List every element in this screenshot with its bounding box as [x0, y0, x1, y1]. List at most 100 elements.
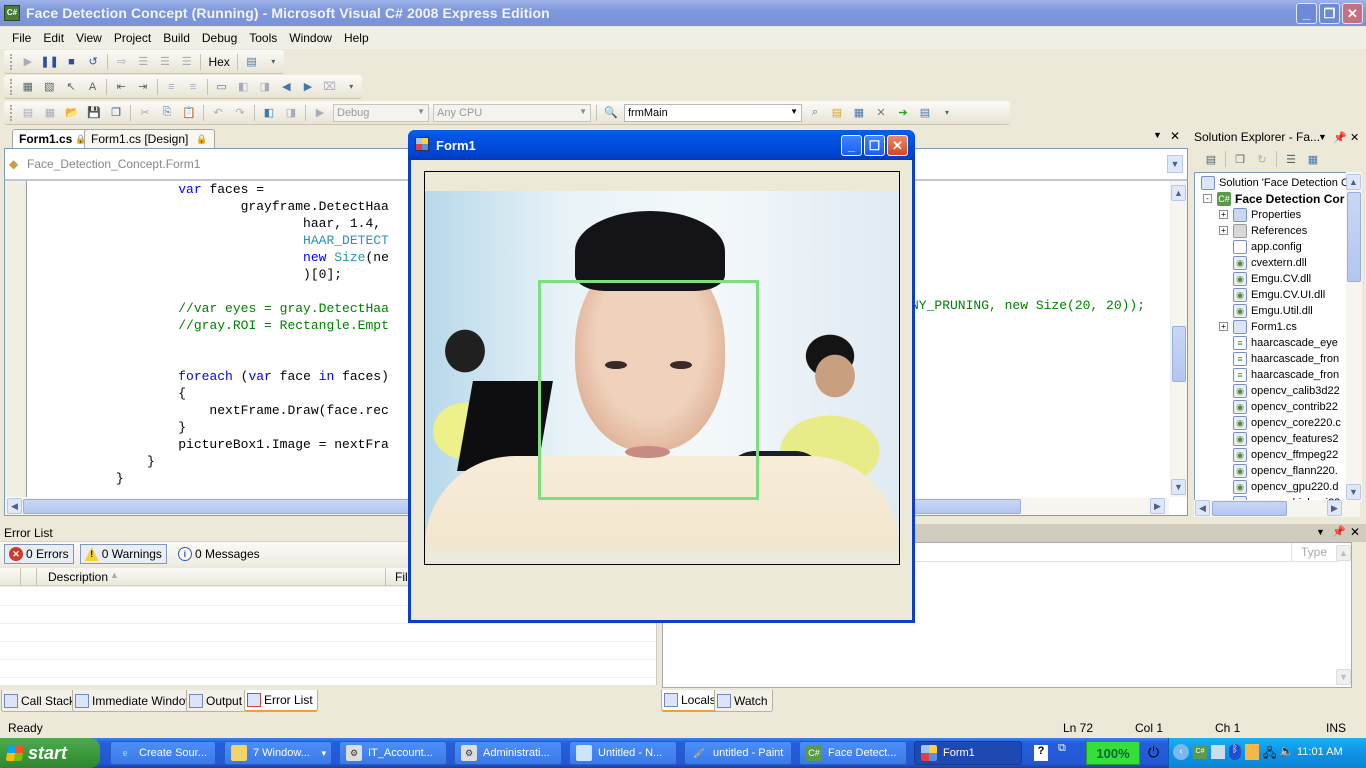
- close-icon[interactable]: ✕: [1350, 131, 1359, 144]
- battery-indicator[interactable]: 100%: [1086, 741, 1140, 765]
- solution-explorer-icon[interactable]: ▤: [829, 105, 845, 121]
- breakpoints-window-icon[interactable]: ▤: [244, 54, 260, 70]
- quick-info-icon[interactable]: ↖: [63, 79, 79, 95]
- scroll-right-icon[interactable]: ▶: [1150, 498, 1165, 514]
- toolbar-grip[interactable]: [10, 78, 13, 95]
- taskbar-item-administrative[interactable]: ⚙ Administrati...: [454, 741, 562, 765]
- dropdown-arrow-icon[interactable]: ▾: [343, 79, 359, 95]
- solution-platform-combo[interactable]: Any CPU ▼: [433, 103, 591, 122]
- dropdown-arrow-icon[interactable]: ▾: [939, 105, 955, 121]
- toolbar-grip[interactable]: [10, 53, 13, 70]
- tab-immediate-window[interactable]: Immediate Window: [72, 690, 200, 712]
- menu-debug[interactable]: Debug: [196, 31, 243, 45]
- scroll-thumb[interactable]: [1212, 501, 1287, 516]
- taskbar-item-form1[interactable]: Form1: [914, 741, 1022, 765]
- properties-icon[interactable]: ▤: [1203, 151, 1219, 167]
- clear-bookmarks-icon[interactable]: ⌧: [322, 79, 338, 95]
- scroll-up-icon[interactable]: ▲: [1346, 174, 1361, 190]
- collapse-icon[interactable]: -: [1203, 194, 1212, 203]
- pause-icon[interactable]: ❚❚: [40, 54, 58, 70]
- scroll-thumb[interactable]: [1172, 326, 1186, 382]
- taskbar-item-visual-csharp[interactable]: C# Face Detect...: [799, 741, 907, 765]
- tree-item[interactable]: - C# Face Detection Cor: [1203, 191, 1344, 207]
- add-item-icon[interactable]: ▦: [42, 105, 58, 121]
- refresh-icon[interactable]: ↻: [1254, 151, 1270, 167]
- properties-window-icon[interactable]: ▦: [851, 105, 867, 121]
- uncomment-icon[interactable]: ≡: [185, 79, 201, 95]
- tree-item[interactable]: ◉ opencv_calib3d22: [1233, 383, 1340, 399]
- tree-item[interactable]: app.config: [1233, 239, 1302, 255]
- close-document-icon[interactable]: ✕: [1170, 129, 1180, 143]
- tree-item[interactable]: + Form1.cs: [1219, 319, 1297, 335]
- comment-icon[interactable]: ≡: [164, 79, 180, 95]
- solution-vertical-scrollbar[interactable]: ▲ ▼: [1346, 172, 1362, 502]
- messages-filter-button[interactable]: i 0 Messages: [173, 544, 265, 564]
- stop-icon[interactable]: ■: [64, 54, 80, 70]
- bookmark-icon[interactable]: ▭: [214, 79, 230, 95]
- security-icon[interactable]: [1245, 744, 1259, 760]
- prev-bookmark-folder-icon[interactable]: ◀: [279, 79, 295, 95]
- csharp-tray-icon[interactable]: C#: [1193, 745, 1207, 759]
- expand-icon[interactable]: +: [1219, 322, 1228, 331]
- undo-icon[interactable]: ↶: [210, 105, 226, 121]
- tree-item[interactable]: + Properties: [1219, 207, 1301, 223]
- menu-edit[interactable]: Edit: [37, 31, 70, 45]
- tree-item[interactable]: ◉ Emgu.CV.UI.dll: [1233, 287, 1325, 303]
- scroll-down-icon[interactable]: ▼: [1336, 669, 1351, 685]
- scroll-up-icon[interactable]: ▲: [1171, 185, 1186, 201]
- outdent-icon[interactable]: ⇤: [113, 79, 129, 95]
- solution-tree[interactable]: Solution 'Face Detection C - C# Face Detect…: [1194, 172, 1360, 502]
- expand-icon[interactable]: +: [1219, 226, 1228, 235]
- view-code-icon[interactable]: ☰: [1283, 151, 1299, 167]
- navigate-backward-icon[interactable]: ◧: [261, 105, 277, 121]
- indent-icon[interactable]: ⇥: [135, 79, 151, 95]
- network-computers-icon[interactable]: 🖧: [1263, 744, 1277, 760]
- column-type[interactable]: Type: [1301, 545, 1327, 559]
- step-out-icon[interactable]: ☰: [179, 54, 195, 70]
- taskbar-item-ie[interactable]: e Create Sour...: [110, 741, 216, 765]
- tab-error-list[interactable]: Error List: [244, 690, 318, 712]
- menu-file[interactable]: File: [6, 31, 37, 45]
- parameter-info-icon[interactable]: ▧: [42, 79, 58, 95]
- step-into-icon[interactable]: ☰: [136, 54, 152, 70]
- tab-watch[interactable]: Watch: [714, 690, 773, 712]
- scroll-down-icon[interactable]: ▼: [1171, 479, 1186, 495]
- hex-button[interactable]: Hex: [204, 55, 233, 69]
- more-windows-icon[interactable]: ▤: [917, 105, 933, 121]
- toolbox-icon[interactable]: ✕: [873, 105, 889, 121]
- column-description[interactable]: Description: [48, 570, 108, 584]
- solution-configuration-combo[interactable]: Debug ▼: [333, 103, 429, 122]
- start-debugging-icon[interactable]: ▶: [312, 105, 328, 121]
- show-all-files-icon[interactable]: ❐: [1232, 151, 1248, 167]
- show-hidden-icons-icon[interactable]: ‹: [1173, 744, 1189, 760]
- bluetooth-icon[interactable]: ᛒ: [1229, 744, 1241, 760]
- start-page-icon[interactable]: ➔: [895, 105, 911, 121]
- tree-item[interactable]: ≡ haarcascade_fron: [1233, 351, 1339, 367]
- ide-title-bar[interactable]: C# Face Detection Concept (Running) - Mi…: [0, 0, 1366, 26]
- menu-build[interactable]: Build: [157, 31, 196, 45]
- menu-project[interactable]: Project: [108, 31, 157, 45]
- find-combo[interactable]: frmMain ▼: [624, 103, 802, 122]
- tab-call-stack[interactable]: Call Stack: [1, 690, 81, 712]
- scroll-left-icon[interactable]: ◀: [1195, 500, 1210, 516]
- toolbar-grip[interactable]: [10, 104, 13, 121]
- tree-item[interactable]: ◉ Emgu.Util.dll: [1233, 303, 1313, 319]
- object-members-icon[interactable]: ▦: [20, 79, 36, 95]
- tree-item[interactable]: ≡ haarcascade_fron: [1233, 367, 1339, 383]
- minimize-button[interactable]: _: [1296, 3, 1317, 24]
- menu-view[interactable]: View: [70, 31, 108, 45]
- scroll-thumb[interactable]: [1347, 192, 1361, 282]
- scroll-right-icon[interactable]: ▶: [1327, 500, 1342, 516]
- step-over-icon[interactable]: ☰: [157, 54, 173, 70]
- save-icon[interactable]: 💾: [86, 105, 102, 121]
- menu-help[interactable]: Help: [338, 31, 375, 45]
- help-icon[interactable]: ?: [1034, 745, 1048, 761]
- tree-item[interactable]: ◉ opencv_core220.c: [1233, 415, 1341, 431]
- scroll-up-icon[interactable]: ▲: [1336, 545, 1351, 561]
- tab-locals[interactable]: Locals: [661, 690, 721, 712]
- close-icon[interactable]: ✕: [1350, 525, 1360, 539]
- tree-item[interactable]: ◉ opencv_flann220.: [1233, 463, 1338, 479]
- menu-tools[interactable]: Tools: [243, 31, 283, 45]
- menu-window[interactable]: Window: [283, 31, 338, 45]
- errors-filter-button[interactable]: ✕ 0 Errors: [4, 544, 74, 564]
